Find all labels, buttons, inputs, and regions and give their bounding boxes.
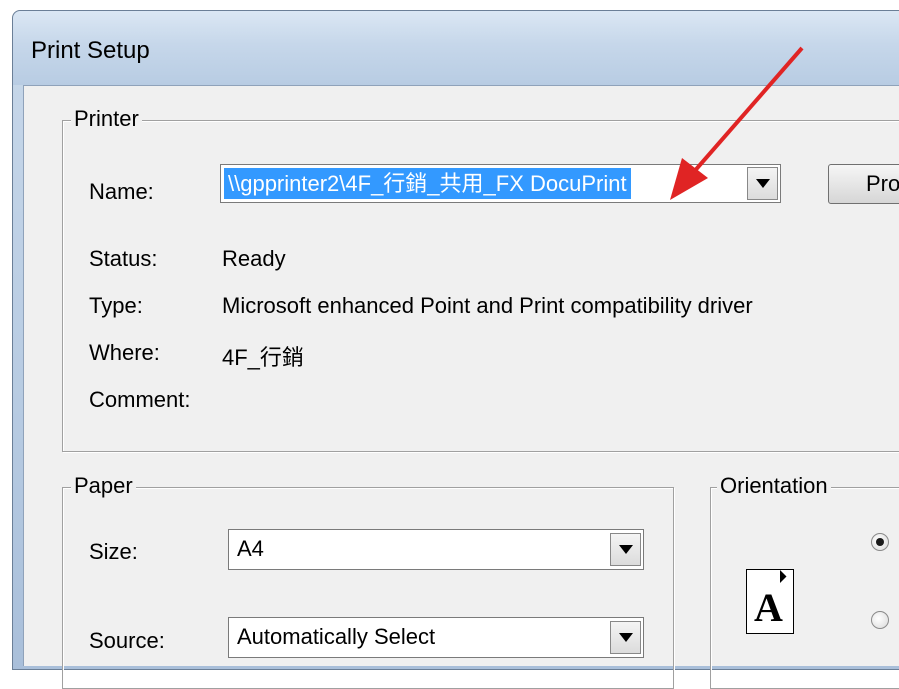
page-portrait-icon: A (746, 569, 794, 634)
size-label: Size: (89, 539, 138, 564)
paper-size-dropdown-button[interactable] (610, 533, 641, 566)
where-value: 4F_行銷 (222, 345, 304, 370)
printer-group-label: Printer (71, 106, 142, 132)
chevron-down-icon (619, 545, 633, 554)
comment-label: Comment: (89, 387, 191, 412)
properties-button[interactable]: Pro (828, 164, 899, 204)
paper-source-dropdown[interactable]: Automatically Select (228, 617, 644, 658)
type-value: Microsoft enhanced Point and Print compa… (222, 293, 753, 318)
type-label: Type: (89, 293, 143, 318)
portrait-radio[interactable] (871, 533, 889, 551)
status-value: Ready (222, 246, 286, 271)
landscape-radio[interactable] (871, 611, 889, 629)
annotation-arrow-icon (670, 46, 804, 200)
paper-size-dropdown[interactable]: A4 (228, 529, 644, 570)
printer-name-value: \\gpprinter2\4F_行銷_共用_FX DocuPrint (224, 168, 631, 199)
source-label: Source: (89, 628, 165, 653)
paper-group-label: Paper (71, 473, 136, 499)
paper-source-value: Automatically Select (237, 624, 436, 649)
paper-size-value: A4 (237, 536, 264, 561)
properties-button-label: Pro (866, 171, 899, 196)
where-label: Where: (89, 340, 160, 365)
paper-source-dropdown-button[interactable] (610, 621, 641, 654)
status-label: Status: (89, 246, 158, 271)
page-glyph: A (754, 585, 783, 630)
chevron-down-icon (619, 633, 633, 642)
orientation-group-label: Orientation (717, 473, 831, 499)
window-title: Print Setup (31, 37, 150, 64)
radio-selected-dot (876, 538, 884, 546)
orientation-group (710, 487, 899, 689)
name-label: Name: (89, 179, 154, 204)
paper-group (62, 487, 674, 689)
